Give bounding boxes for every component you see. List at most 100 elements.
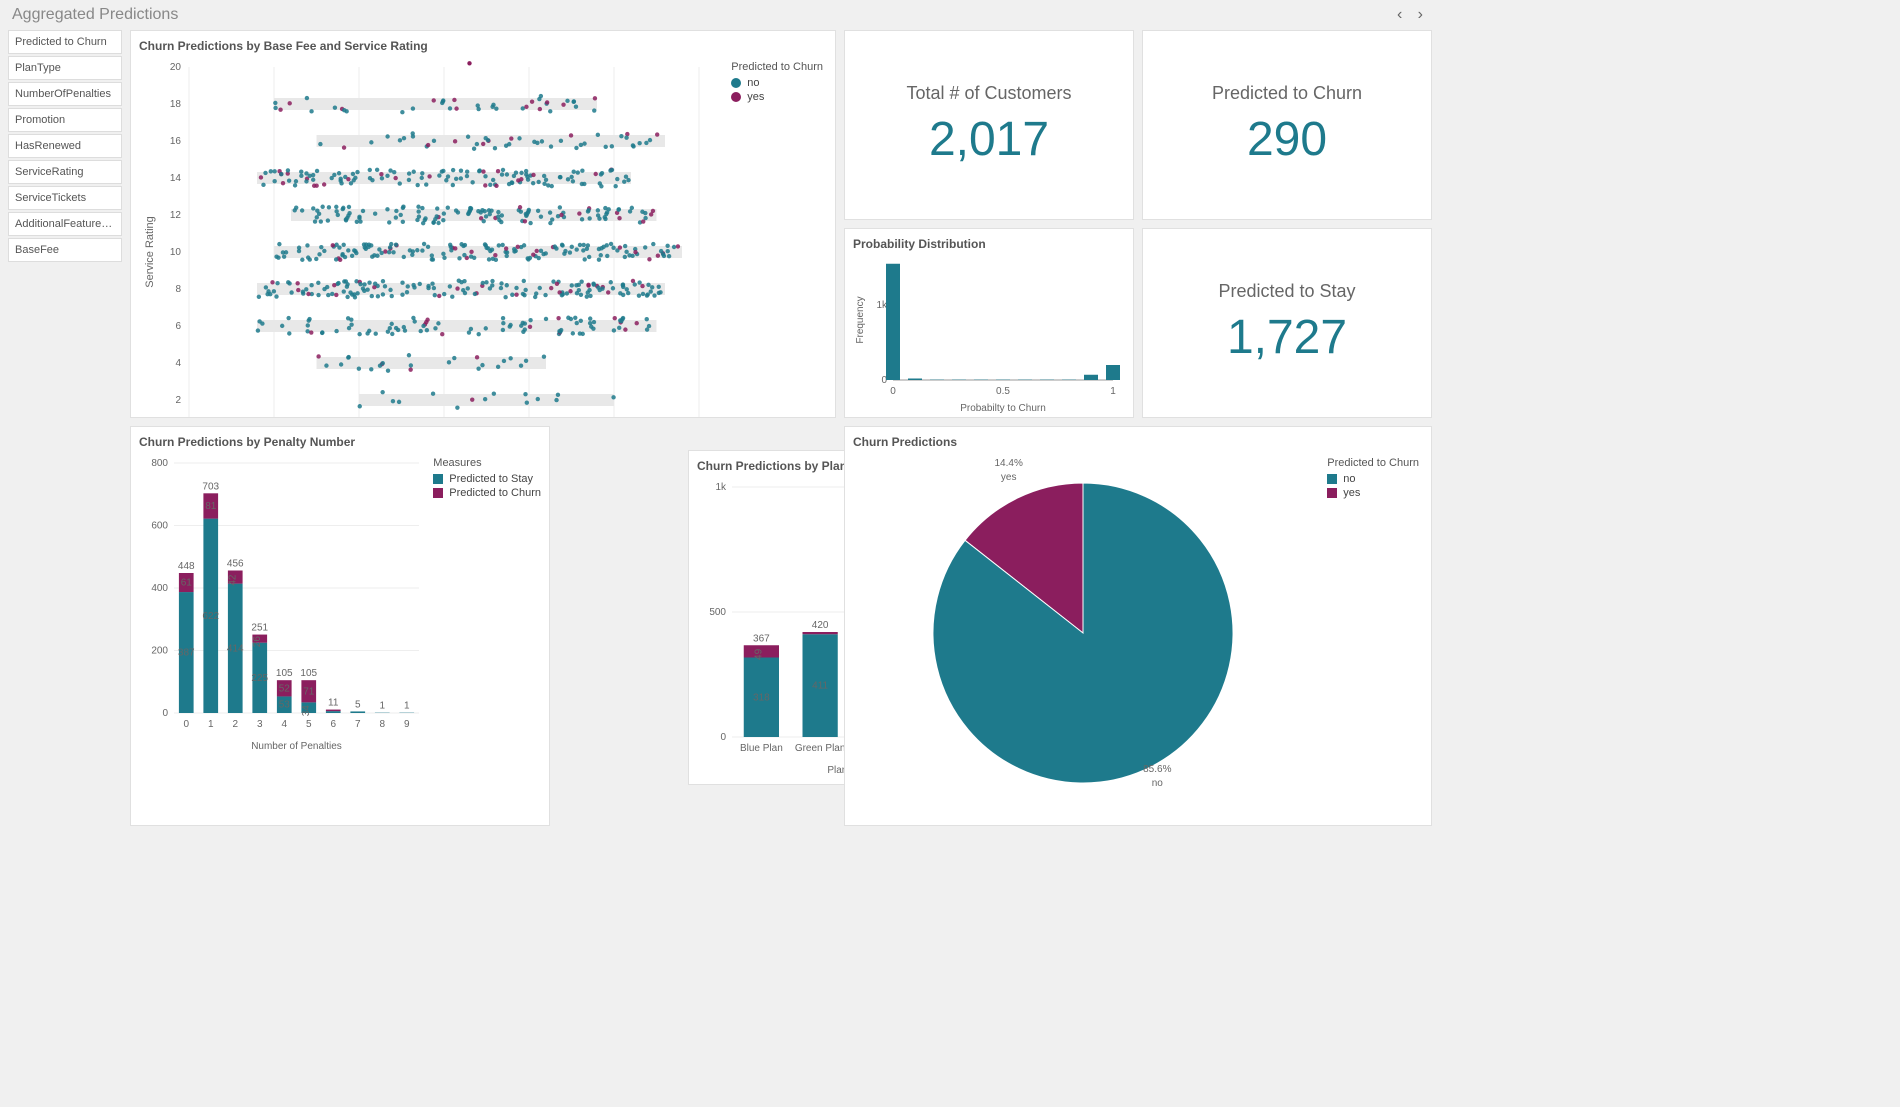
svg-text:6: 6 [175, 321, 181, 332]
pie-legend: Predicted to Churn no yes [1327, 457, 1419, 501]
svg-text:2: 2 [232, 719, 238, 730]
svg-text:71: 71 [303, 686, 315, 697]
svg-text:318: 318 [753, 692, 770, 703]
svg-text:11: 11 [328, 698, 339, 709]
svg-text:400: 400 [151, 583, 168, 594]
svg-text:600: 600 [151, 521, 168, 532]
svg-text:61: 61 [181, 578, 193, 589]
svg-text:0: 0 [162, 708, 168, 719]
svg-text:5: 5 [355, 699, 361, 710]
scatter-legend: Predicted to Churn no yes [731, 61, 823, 105]
svg-text:5: 5 [306, 719, 312, 730]
penalty-card: Churn Predictions by Penalty Number 0 200… [130, 426, 550, 826]
svg-text:387: 387 [178, 648, 195, 659]
penalty-title: Churn Predictions by Penalty Number [139, 435, 541, 449]
svg-text:800: 800 [151, 458, 168, 469]
svg-text:456: 456 [227, 559, 244, 570]
svg-text:1: 1 [1110, 386, 1116, 397]
svg-text:9: 9 [404, 719, 410, 730]
filter-pill[interactable]: BaseFee [8, 238, 122, 262]
svg-text:49: 49 [753, 648, 764, 660]
next-arrow[interactable]: › [1418, 6, 1423, 23]
svg-text:105: 105 [276, 668, 293, 679]
svg-text:448: 448 [178, 561, 195, 572]
kpi-stay: Predicted to Stay 1,727 [1142, 228, 1432, 418]
svg-text:4: 4 [175, 358, 181, 369]
svg-text:18: 18 [170, 99, 182, 110]
svg-text:6: 6 [330, 719, 336, 730]
prob-dist-card: Probability Distribution 01k00.51Probabi… [844, 228, 1134, 418]
scatter-title: Churn Predictions by Base Fee and Servic… [139, 39, 827, 53]
filter-pill[interactable]: PlanType [8, 56, 122, 80]
svg-text:0.5: 0.5 [996, 386, 1010, 397]
svg-text:Frequency: Frequency [855, 296, 866, 343]
filter-pill[interactable]: Promotion [8, 108, 122, 132]
penalty-chart[interactable]: 0200400600800387614480622817031414424562… [139, 453, 429, 753]
svg-text:703: 703 [202, 481, 219, 492]
scatter-chart[interactable]: 010203040506002468101214161820Base FeeSe… [139, 57, 709, 418]
svg-text:105: 105 [300, 668, 317, 679]
pie-title: Churn Predictions [853, 435, 1423, 449]
svg-text:53: 53 [279, 700, 291, 711]
prev-arrow[interactable]: ‹ [1397, 6, 1402, 23]
svg-text:Probabilty to Churn: Probabilty to Churn [960, 403, 1046, 414]
svg-text:Blue Plan: Blue Plan [740, 743, 783, 754]
svg-text:34: 34 [301, 705, 312, 717]
page-title: Aggregated Predictions [12, 6, 178, 24]
nav-arrows: ‹ › [1385, 6, 1423, 24]
svg-text:1: 1 [208, 719, 214, 730]
pie-chart[interactable]: yes 14.4% no 85.6% [853, 453, 1313, 793]
filter-pill[interactable]: ServiceRating [8, 160, 122, 184]
svg-text:4: 4 [281, 719, 287, 730]
svg-text:0: 0 [720, 732, 726, 743]
svg-text:81: 81 [205, 501, 217, 512]
prob-dist-chart[interactable]: 01k00.51Probabilty to ChurnFrequency [853, 255, 1123, 415]
svg-text:12: 12 [170, 210, 182, 221]
filter-pill[interactable]: NumberOfPenalties [8, 82, 122, 106]
svg-text:42: 42 [227, 574, 238, 586]
filter-pill[interactable]: AdditionalFeatureSp... [8, 212, 122, 236]
svg-text:16: 16 [170, 136, 182, 147]
svg-text:26: 26 [252, 636, 263, 648]
svg-text:14.4%: 14.4% [995, 458, 1023, 469]
filter-pill[interactable]: Predicted to Churn [8, 30, 122, 54]
filter-sidebar: Predicted to Churn PlanType NumberOfPena… [8, 30, 122, 826]
filter-pill[interactable]: HasRenewed [8, 134, 122, 158]
svg-text:200: 200 [151, 646, 168, 657]
scatter-card: Churn Predictions by Base Fee and Servic… [130, 30, 836, 418]
svg-text:85.6%: 85.6% [1143, 764, 1171, 775]
pie-card: Churn Predictions yes 14.4% no 85.6% Predic… [844, 426, 1432, 826]
svg-text:500: 500 [709, 607, 726, 618]
svg-text:3: 3 [257, 719, 263, 730]
svg-text:1: 1 [379, 701, 385, 712]
svg-text:yes: yes [1001, 472, 1017, 483]
kpi-churn: Predicted to Churn 290 [1142, 30, 1432, 220]
prob-dist-title: Probability Distribution [853, 237, 1125, 251]
svg-text:10: 10 [170, 247, 182, 258]
svg-text:8: 8 [175, 284, 181, 295]
svg-text:Service Rating: Service Rating [144, 216, 156, 288]
svg-text:367: 367 [753, 633, 770, 644]
svg-text:8: 8 [379, 719, 385, 730]
svg-text:411: 411 [812, 681, 828, 692]
svg-text:7: 7 [355, 719, 361, 730]
svg-text:Green Plan: Green Plan [795, 743, 846, 754]
svg-text:no: no [1152, 778, 1164, 789]
svg-text:414: 414 [227, 643, 244, 654]
svg-text:Number of Penalties: Number of Penalties [251, 741, 342, 752]
svg-text:420: 420 [812, 620, 829, 631]
svg-text:0: 0 [890, 386, 896, 397]
penalty-legend: Measures Predicted to Stay Predicted to … [433, 457, 541, 501]
svg-text:225: 225 [251, 673, 268, 684]
kpi-total: Total # of Customers 2,017 [844, 30, 1134, 220]
svg-text:0: 0 [183, 719, 189, 730]
svg-text:251: 251 [251, 623, 268, 634]
filter-pill[interactable]: ServiceTickets [8, 186, 122, 210]
svg-text:2: 2 [175, 395, 181, 406]
svg-text:52: 52 [279, 683, 291, 694]
svg-text:14: 14 [170, 173, 182, 184]
svg-text:622: 622 [202, 611, 219, 622]
svg-text:20: 20 [170, 62, 182, 73]
svg-text:1k: 1k [715, 482, 727, 493]
svg-text:1: 1 [404, 701, 410, 712]
